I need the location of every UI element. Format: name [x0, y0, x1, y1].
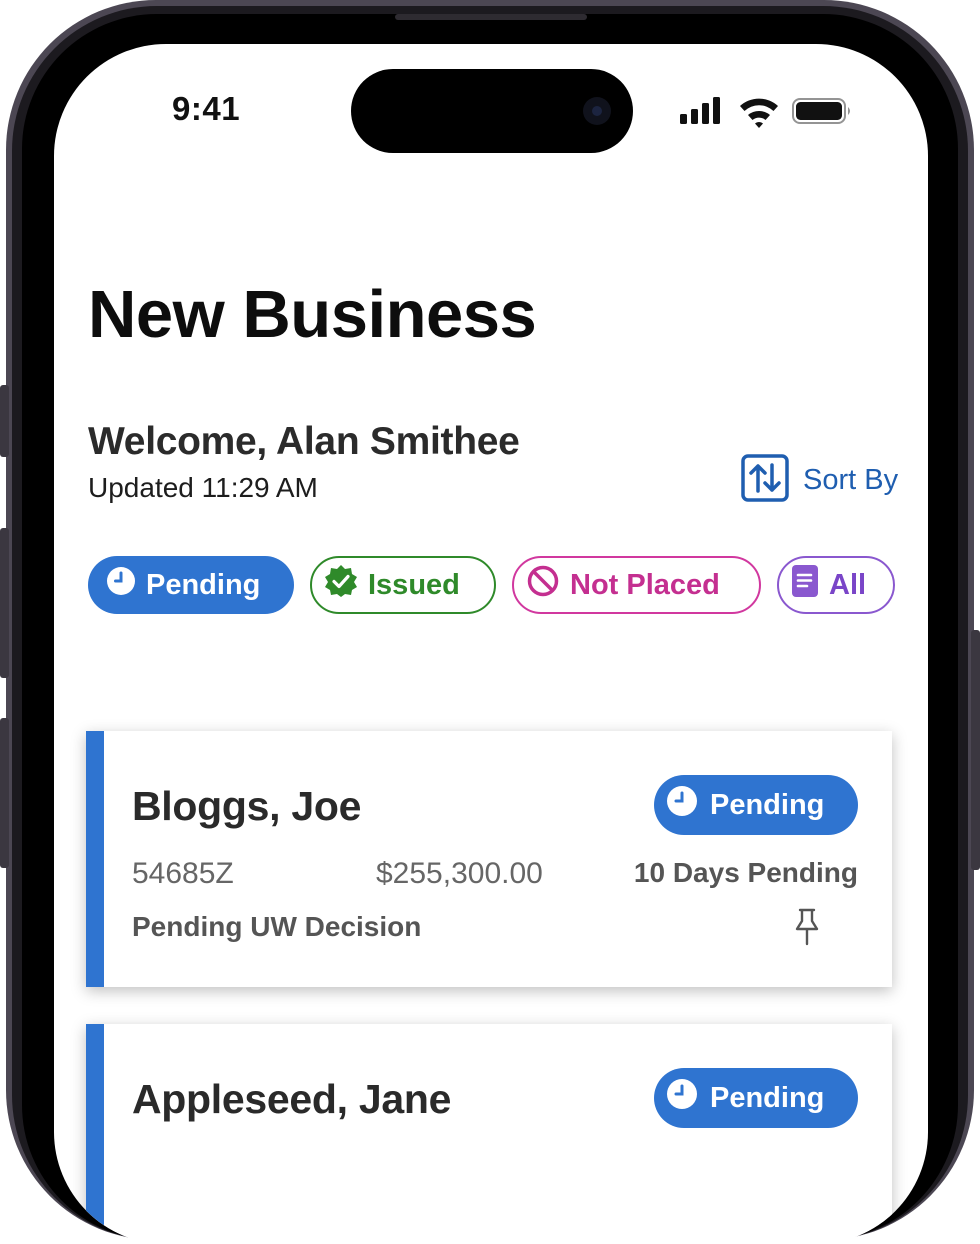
status-detail: Pending UW Decision — [132, 911, 422, 942]
filter-pending-label: Pending — [146, 568, 261, 601]
client-name: Bloggs, Joe — [132, 783, 362, 829]
sort-by-button[interactable]: Sort By — [741, 454, 898, 507]
document-icon — [791, 564, 819, 606]
clock-icon — [666, 1078, 698, 1118]
verified-check-icon — [324, 564, 358, 606]
updated-timestamp: Updated 11:29 AM — [88, 472, 318, 503]
speaker-slot — [395, 14, 587, 20]
policy-number: 54685Z — [132, 857, 234, 890]
filter-not-placed-label: Not Placed — [570, 568, 720, 601]
prohibited-icon — [526, 564, 560, 606]
case-card[interactable]: Bloggs, Joe Pending 54685Z $255,300.00 1… — [86, 731, 892, 987]
volume-down-button — [0, 718, 9, 868]
cellular-signal-icon — [680, 97, 720, 124]
filter-all[interactable]: All — [777, 556, 895, 614]
filter-issued[interactable]: Issued — [310, 556, 496, 614]
case-card[interactable]: Appleseed, Jane Pending — [86, 1024, 892, 1244]
filter-all-label: All — [829, 568, 867, 601]
status-badge-label: Pending — [710, 1081, 825, 1114]
filter-pending[interactable]: Pending — [88, 556, 294, 614]
status-time: 9:41 — [172, 90, 241, 127]
page-title: New Business — [88, 277, 537, 352]
volume-up-button — [0, 528, 9, 678]
status-icons — [678, 94, 858, 133]
welcome-heading: Welcome, Alan Smithee — [88, 420, 520, 463]
camera-icon — [583, 97, 611, 125]
clock-icon — [666, 785, 698, 825]
filter-not-placed[interactable]: Not Placed — [512, 556, 761, 614]
status-filter-bar: Pending Issued Not Placed All — [88, 556, 895, 614]
app-screen: 9:41 New Business Welcome, Alan Smithee … — [54, 44, 928, 1244]
policy-amount: $255,300.00 — [376, 857, 543, 890]
battery-icon — [792, 98, 850, 124]
action-button — [0, 385, 9, 457]
days-pending: 10 Days Pending — [633, 857, 858, 888]
sort-by-label: Sort By — [803, 464, 899, 496]
wifi-icon — [740, 98, 778, 128]
status-badge: Pending — [654, 775, 858, 835]
filter-issued-label: Issued — [368, 568, 460, 601]
status-badge-label: Pending — [710, 788, 825, 821]
pin-icon[interactable] — [792, 907, 822, 952]
client-name: Appleseed, Jane — [132, 1076, 452, 1122]
sort-icon — [741, 454, 789, 507]
status-badge: Pending — [654, 1068, 858, 1128]
power-button — [971, 630, 980, 870]
clock-icon — [106, 566, 136, 604]
dynamic-island — [351, 69, 633, 153]
